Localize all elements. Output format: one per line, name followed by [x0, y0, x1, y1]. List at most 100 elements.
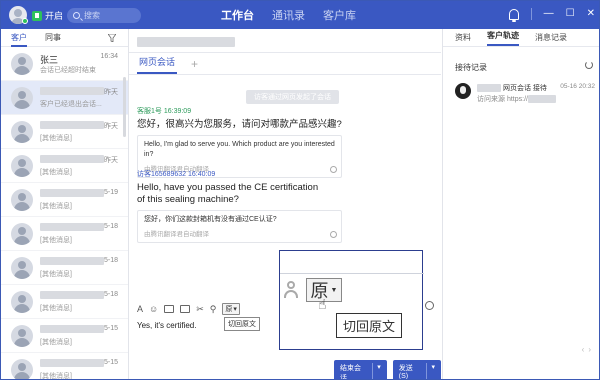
contact-item[interactable]: [其他消息] 昨天	[1, 115, 128, 149]
record-time: 05-16 20:32	[560, 83, 595, 90]
redacted	[40, 223, 104, 231]
contact-name	[40, 155, 104, 165]
contact-preview: [其他消息]	[40, 237, 72, 244]
record-line1: 网页会话 接待	[477, 83, 547, 93]
divider	[530, 8, 532, 20]
caret-down-icon: ▾	[426, 363, 435, 379]
avatar	[11, 87, 33, 109]
contact-name	[40, 87, 104, 97]
redacted	[40, 155, 104, 163]
redacted	[40, 121, 104, 129]
transfer-icon[interactable]: ⚲	[210, 304, 217, 315]
avatar	[11, 53, 33, 75]
redacted	[40, 325, 104, 333]
contact-item[interactable]: [其他消息] 5-19	[1, 183, 128, 217]
status-toggle[interactable]: 开启	[32, 9, 63, 22]
refresh-icon[interactable]	[585, 61, 593, 69]
contact-preview: [其他消息]	[40, 305, 72, 312]
avatar	[11, 155, 33, 177]
filter-icon[interactable]	[108, 34, 116, 42]
redacted	[40, 291, 104, 299]
contact-time: 5-18	[103, 291, 118, 298]
close-icon[interactable]: ✕	[587, 8, 595, 20]
chat-title-redacted	[137, 37, 235, 47]
contact-name	[40, 121, 104, 131]
contact-name	[40, 291, 104, 301]
contact-time: 5-19	[103, 189, 118, 196]
action-buttons: 结束会话 ▾ 发送(S) ▾	[334, 360, 441, 380]
transfer-icon	[284, 281, 298, 298]
contact-item[interactable]: [其他消息] 5-18	[1, 251, 128, 285]
main-nav: 工作台 通讯录 客户库	[221, 7, 356, 23]
send-button[interactable]: 发送(S) ▾	[392, 360, 441, 379]
system-message: 访客通过网页发起了会话	[246, 90, 339, 104]
hand-cursor-icon: ☝	[318, 296, 327, 312]
nav-workbench[interactable]: 工作台	[221, 7, 254, 23]
avatar	[11, 121, 33, 143]
message-meta: 客服1号 16:39:09	[137, 108, 192, 115]
record-line1-text: 网页会话 接待	[502, 85, 547, 92]
contact-panel: 客户 同事 张三 会话已经超时结束 16:34 客户已经退出会话... 昨天 [其他消息]…	[1, 29, 129, 379]
emoji-icon[interactable]: ☺	[149, 304, 158, 314]
tab-customers[interactable]: 客户	[11, 29, 27, 47]
end-session-label: 结束会话	[340, 365, 361, 380]
contact-item[interactable]: [其他消息] 5-15	[1, 353, 128, 379]
app-window: 开启 工作台 通讯录 客户库 — ☐ ✕ 客户 同事 张三会话已经超时结束16:…	[0, 0, 600, 380]
original-text-toggle[interactable]: 原 ▾	[222, 303, 240, 315]
font-icon[interactable]: A	[137, 304, 143, 314]
clock-icon[interactable]	[425, 301, 434, 310]
contact-item[interactable]: [其他消息] 5-18	[1, 217, 128, 251]
avatar	[11, 359, 33, 379]
avatar	[11, 189, 33, 211]
caret-down-icon: ▾	[372, 363, 381, 379]
minimize-icon[interactable]: —	[544, 8, 554, 20]
nav-customer-db[interactable]: 客户库	[323, 7, 356, 23]
search-input[interactable]	[84, 11, 132, 20]
contact-item[interactable]: 张三 会话已经超时结束 16:34	[1, 47, 128, 81]
tab-message-log[interactable]: 消息记录	[535, 32, 567, 46]
tab-customer-track[interactable]: 客户轨迹	[487, 30, 519, 46]
contact-tabs: 客户 同事	[1, 29, 128, 47]
contact-item[interactable]: 客户已经退出会话... 昨天	[1, 81, 128, 115]
redacted	[527, 95, 556, 104]
add-tab-button[interactable]: +	[191, 57, 198, 74]
contact-item[interactable]: [其他消息] 5-18	[1, 285, 128, 319]
top-bar: 开启 工作台 通讯录 客户库 — ☐ ✕	[1, 1, 599, 29]
translation-text: Hello, I'm glad to serve you. Which prod…	[144, 141, 335, 158]
nav-contacts[interactable]: 通讯录	[272, 7, 305, 23]
avatar	[11, 257, 33, 279]
search-box[interactable]	[67, 8, 141, 23]
reception-record[interactable]: 网页会话 接待 访问来源 https:// 05-16 20:32	[455, 81, 595, 111]
contact-name	[40, 223, 104, 233]
contact-time: 5-15	[103, 325, 118, 332]
status-label: 开启	[45, 11, 64, 21]
end-session-button[interactable]: 结束会话 ▾	[334, 360, 387, 380]
chat-tabs: 网页会话 +	[129, 53, 441, 75]
contact-preview: [其他消息]	[40, 271, 72, 278]
contact-list-scrollbar[interactable]	[123, 77, 126, 137]
avatar	[11, 325, 33, 347]
contact-name	[40, 257, 104, 267]
redacted	[40, 87, 104, 95]
message-agent: 客服1号 16:39:09 您好，很高兴为您服务，请问对哪款产品感兴趣? Hel…	[137, 106, 437, 178]
contact-item[interactable]: [其他消息] 5-15	[1, 319, 128, 353]
reply-input[interactable]: Yes, it's certified.	[137, 321, 196, 330]
screenshot-icon[interactable]: ✂	[196, 304, 204, 315]
bell-icon[interactable]	[508, 8, 519, 22]
image-icon[interactable]	[164, 305, 175, 313]
chat-header	[129, 29, 441, 53]
contact-item[interactable]: [其他消息] 昨天	[1, 149, 128, 183]
contact-preview: [其他消息]	[40, 135, 72, 142]
tab-profile[interactable]: 资料	[455, 32, 471, 46]
message-meta: 访客165689632 16:40:09	[137, 171, 216, 178]
tab-colleagues[interactable]: 同事	[45, 29, 61, 47]
record-line2: 访问来源 https://	[477, 94, 556, 104]
maximize-icon[interactable]: ☐	[566, 8, 575, 20]
pager-arrows[interactable]: ‹›	[582, 345, 595, 354]
tab-web-session[interactable]: 网页会话	[137, 55, 178, 74]
contact-name	[40, 359, 104, 369]
file-icon[interactable]	[180, 305, 191, 313]
original-text-label: 原	[225, 306, 233, 313]
caret-down-icon: ▾	[233, 306, 237, 313]
contact-preview: 会话已经超时结束	[40, 67, 96, 74]
